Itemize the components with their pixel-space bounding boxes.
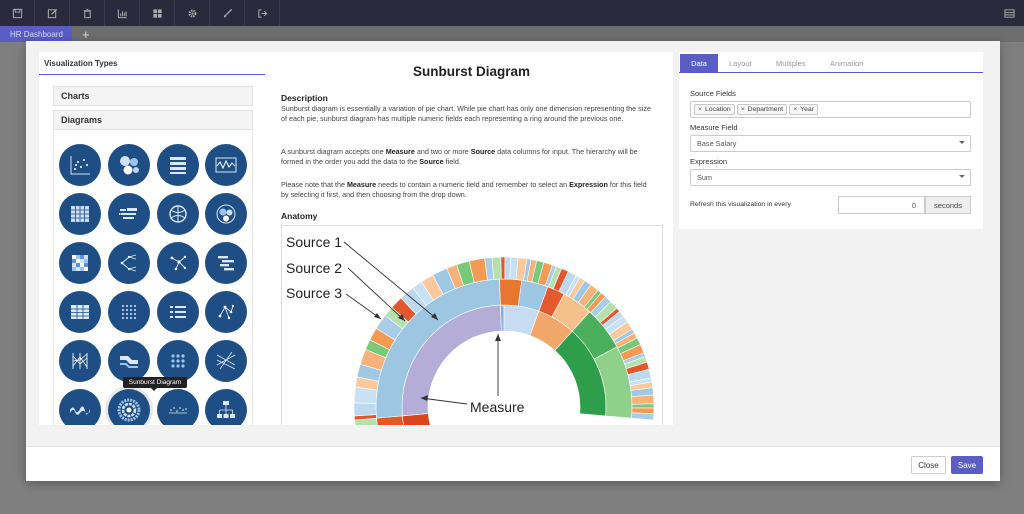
section-diagrams[interactable]: Diagrams [53, 110, 253, 130]
title-underline [39, 74, 265, 75]
expression-value: Sum [697, 173, 713, 182]
graph-nodes-icon[interactable] [205, 291, 247, 333]
list-diagram-icon[interactable] [157, 144, 199, 186]
trash-icon[interactable] [70, 0, 105, 26]
circle-pack-icon[interactable] [205, 193, 247, 235]
add-tab-button[interactable]: + [82, 26, 94, 42]
sunburst-diagram-icon[interactable] [108, 389, 150, 425]
description-paragraph-2: A sunburst diagram accepts one Measure a… [281, 147, 638, 166]
timeline-dots-icon[interactable] [157, 389, 199, 425]
visualization-modal: Visualization Types Charts Diagrams Sunb… [26, 41, 1000, 481]
expression-select[interactable]: Sum [690, 169, 971, 186]
top-toolbar [0, 0, 1024, 26]
streamgraph-icon[interactable] [59, 389, 101, 425]
scatter-diagram-icon[interactable] [59, 144, 101, 186]
panel-title: Visualization Types [44, 59, 118, 68]
section-charts[interactable]: Charts [53, 86, 253, 106]
modal-footer: Close Save [26, 446, 1000, 481]
dot-matrix-icon[interactable] [108, 291, 150, 333]
tab-data[interactable]: Data [680, 54, 718, 73]
word-cloud-icon[interactable] [108, 193, 150, 235]
ball-diagram-icon[interactable] [157, 193, 199, 235]
source-fields-input[interactable]: × Location × Department × Year [690, 101, 971, 118]
tab-hr-dashboard[interactable]: HR Dashboard [0, 26, 72, 42]
source-3-label: Source 3 [286, 285, 342, 301]
menu-icon[interactable] [994, 0, 1024, 26]
measure-field-select[interactable]: Base Salary [690, 135, 971, 152]
anatomy-image: Source 1 Source 2 Source 3 Measure [281, 225, 663, 425]
save-button[interactable]: Save [951, 456, 983, 474]
source-fields-label: Source Fields [690, 89, 736, 98]
chip-label: Department [747, 106, 784, 113]
visualization-types-panel: Visualization Types Charts Diagrams Sunb… [39, 52, 273, 425]
tab-animation[interactable]: Animation [830, 54, 863, 73]
settings-tabs: Data Layout Multiples Animation [679, 52, 983, 73]
measure-field-value: Base Salary [697, 139, 737, 148]
save-icon[interactable] [0, 0, 35, 26]
sunburst-illustration: Source 1 Source 2 Source 3 Measure [286, 234, 655, 425]
sankey-diagram-icon[interactable] [108, 340, 150, 382]
dashboard-icon[interactable] [140, 0, 175, 26]
remove-icon[interactable]: × [698, 106, 702, 113]
source-chip-department[interactable]: × Department [736, 104, 788, 115]
source-chip-location[interactable]: × Location [694, 104, 735, 115]
export-icon[interactable] [245, 0, 280, 26]
description-heading: Description [281, 93, 328, 103]
parallel-coordinates-icon[interactable] [59, 340, 101, 382]
refresh-label: Refresh this visualization in every [690, 201, 791, 208]
chip-label: Location [704, 106, 731, 113]
gear-icon[interactable] [175, 0, 210, 26]
seconds-addon: seconds [925, 196, 971, 214]
edit-icon[interactable] [35, 0, 70, 26]
remove-icon[interactable]: × [741, 106, 745, 113]
brush-icon[interactable] [210, 0, 245, 26]
sunburst-tooltip: Sunburst Diagram [123, 377, 187, 391]
settings-panel: Data Layout Multiples Animation Source F… [679, 52, 983, 229]
measure-label: Measure [470, 399, 525, 415]
grid-table-icon[interactable] [59, 193, 101, 235]
measure-field-label: Measure Field [690, 123, 738, 132]
expression-label: Expression [690, 157, 728, 166]
source-1-label: Source 1 [286, 234, 342, 250]
chevron-down-icon [959, 175, 965, 181]
description-paragraph-3: Please note that the Measure needs to co… [281, 180, 647, 199]
chord-lines-icon[interactable] [205, 340, 247, 382]
description-panel: Sunburst Diagram Description Sunburst di… [273, 52, 673, 425]
bullet-list-icon[interactable] [157, 291, 199, 333]
tab-layout[interactable]: Layout [729, 54, 752, 73]
table-diagram-icon[interactable] [59, 291, 101, 333]
dashboard-tab-bar: HR Dashboard + [0, 26, 1024, 42]
wave-diagram-icon[interactable] [205, 144, 247, 186]
gantt-diagram-icon[interactable] [205, 242, 247, 284]
chevron-down-icon [959, 141, 965, 147]
close-button[interactable]: Close [911, 456, 946, 474]
anatomy-heading: Anatomy [281, 211, 318, 221]
description-paragraph-1: Sunburst diagram is essentially a variat… [281, 104, 651, 123]
heatmap-icon[interactable] [59, 242, 101, 284]
tree-diagram-icon[interactable] [108, 242, 150, 284]
page-title: Sunburst Diagram [412, 64, 531, 79]
org-chart-icon[interactable] [205, 389, 247, 425]
modal-body: Visualization Types Charts Diagrams Sunb… [26, 41, 1000, 446]
source-2-label: Source 2 [286, 260, 342, 276]
dot-grid-icon[interactable] [157, 340, 199, 382]
refresh-seconds-input[interactable]: 0 [838, 196, 925, 214]
remove-icon[interactable]: × [793, 106, 797, 113]
chip-label: Year [800, 106, 814, 113]
bar-chart-icon[interactable] [105, 0, 140, 26]
network-diagram-icon[interactable] [157, 242, 199, 284]
tab-multiples[interactable]: Multiples [776, 54, 806, 73]
bubble-diagram-icon[interactable] [108, 144, 150, 186]
source-chip-year[interactable]: × Year [789, 104, 818, 115]
